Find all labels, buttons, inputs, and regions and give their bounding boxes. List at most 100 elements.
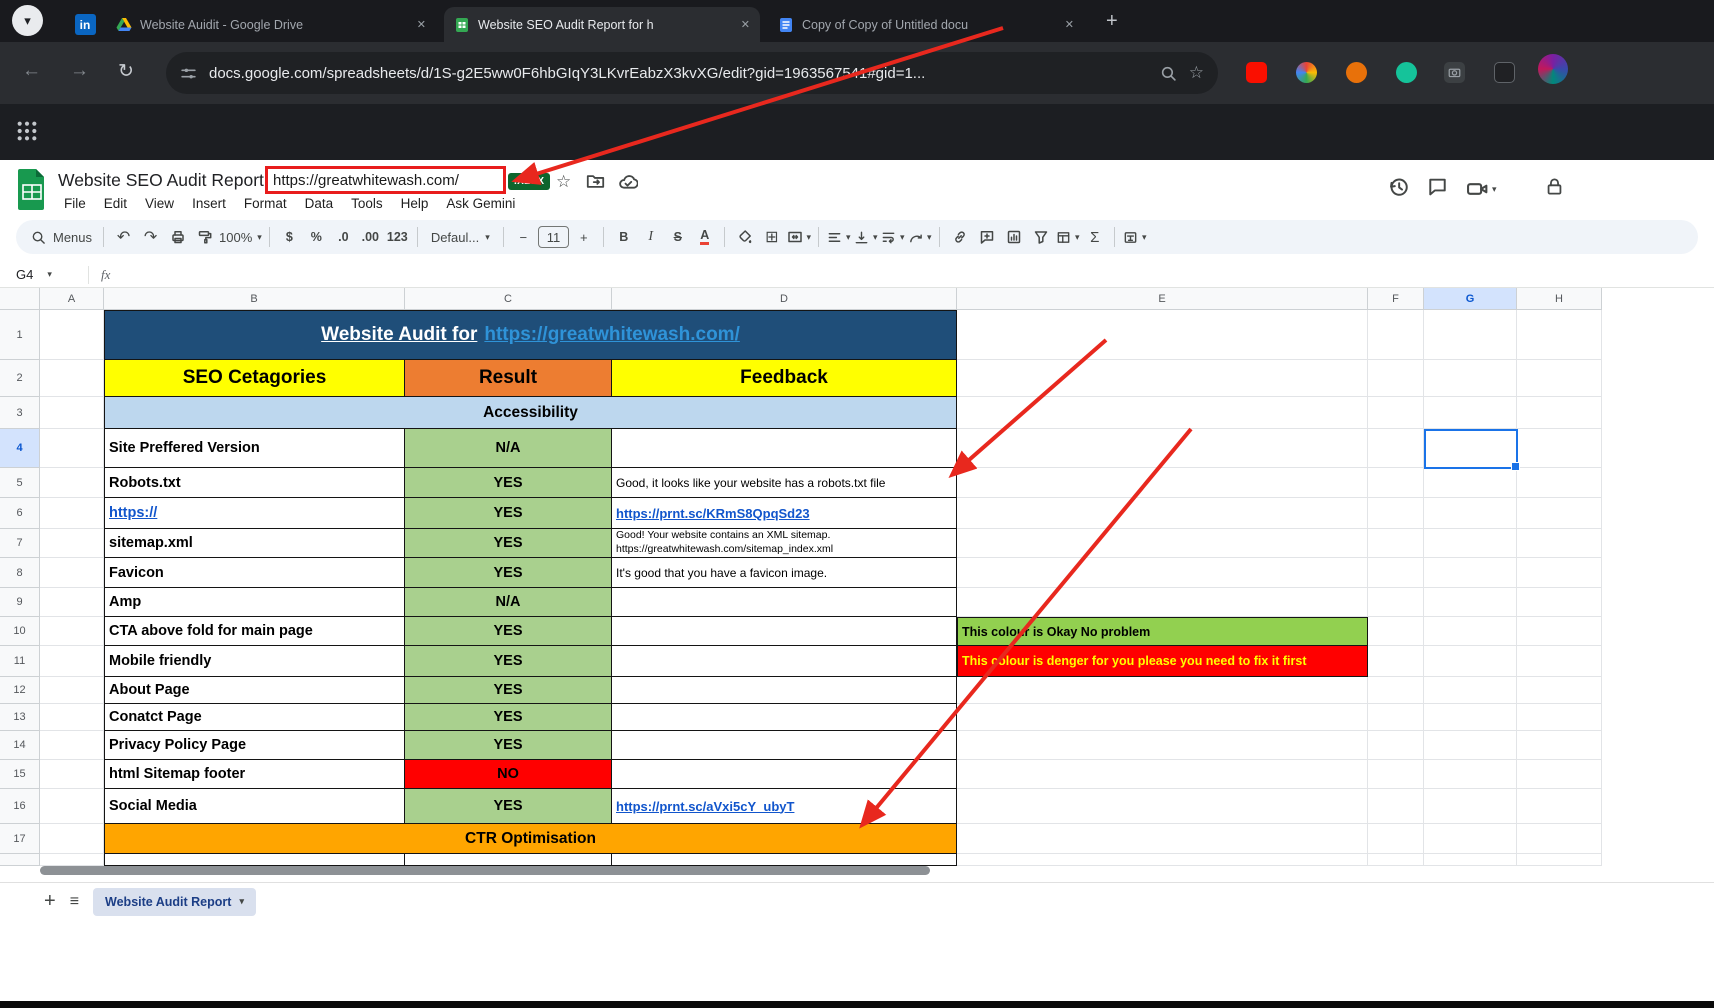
cell-F15[interactable] xyxy=(1368,760,1424,789)
cell-A18[interactable] xyxy=(40,854,104,866)
menu-data[interactable]: Data xyxy=(297,193,342,214)
extension-adobe-icon[interactable] xyxy=(1246,62,1267,83)
cell-G8[interactable] xyxy=(1424,558,1517,588)
cell-C10[interactable]: YES xyxy=(405,617,612,646)
cell-H17[interactable] xyxy=(1517,824,1602,854)
menu-edit[interactable]: Edit xyxy=(96,193,135,214)
cell-A6[interactable] xyxy=(40,498,104,529)
cell-G7[interactable] xyxy=(1424,529,1517,558)
cell-D7[interactable]: Good! Your website contains an XML sitem… xyxy=(612,529,957,558)
cell-C15[interactable]: NO xyxy=(405,760,612,789)
comments-icon[interactable] xyxy=(1427,176,1448,202)
cell-H5[interactable] xyxy=(1517,468,1602,498)
extension-wheel-icon[interactable] xyxy=(1296,62,1317,83)
cell-D8[interactable]: It's good that you have a favicon image. xyxy=(612,558,957,588)
cell-D4[interactable] xyxy=(612,429,957,468)
cell-H8[interactable] xyxy=(1517,558,1602,588)
cell-D16[interactable]: https://prnt.sc/aVxi5cY_ubyT xyxy=(612,789,957,824)
menu-insert[interactable]: Insert xyxy=(184,193,234,214)
row-header-13[interactable]: 13 xyxy=(0,704,40,731)
insert-comment-icon[interactable] xyxy=(974,225,999,250)
cell-E15[interactable] xyxy=(957,760,1368,789)
cell-E17[interactable] xyxy=(957,824,1368,854)
column-header-A[interactable]: A xyxy=(40,288,104,310)
add-sheet-button[interactable]: + xyxy=(44,890,56,913)
cell-D12[interactable] xyxy=(612,677,957,704)
spreadsheet-grid[interactable]: ABCDEFGH1Website Audit forhttps://greatw… xyxy=(0,288,1714,866)
menu-ask-gemini[interactable]: Ask Gemini xyxy=(438,193,523,214)
version-history-icon[interactable] xyxy=(1388,176,1409,202)
row-header-8[interactable]: 8 xyxy=(0,558,40,588)
row-header-3[interactable]: 3 xyxy=(0,397,40,429)
horizontal-align-icon[interactable]: ▾ xyxy=(826,225,851,250)
font-select[interactable]: Defaul...▾ xyxy=(425,225,496,250)
extension-grammarly-icon[interactable] xyxy=(1396,62,1417,83)
cell-C6[interactable]: YES xyxy=(405,498,612,529)
cell-C5[interactable]: YES xyxy=(405,468,612,498)
row-header-12[interactable]: 12 xyxy=(0,677,40,704)
increase-font-size-button[interactable]: + xyxy=(571,225,596,250)
cell-G5[interactable] xyxy=(1424,468,1517,498)
cell-H14[interactable] xyxy=(1517,731,1602,760)
cell-E6[interactable] xyxy=(957,498,1368,529)
cell-result-header[interactable]: Result xyxy=(405,360,612,397)
cell-H6[interactable] xyxy=(1517,498,1602,529)
sheets-logo[interactable] xyxy=(16,168,48,210)
cell-D14[interactable] xyxy=(612,731,957,760)
table-views-icon[interactable]: ▾ xyxy=(1055,225,1080,250)
cell-H18[interactable] xyxy=(1517,854,1602,866)
cell-H10[interactable] xyxy=(1517,617,1602,646)
cell-feedback-header[interactable]: Feedback xyxy=(612,360,957,397)
column-header-D[interactable]: D xyxy=(612,288,957,310)
browser-tab-drive[interactable]: Website Auidit - Google Drive ✕ xyxy=(106,7,436,42)
cell-C13[interactable]: YES xyxy=(405,704,612,731)
column-header-C[interactable]: C xyxy=(405,288,612,310)
row-header-7[interactable]: 7 xyxy=(0,529,40,558)
cloud-status-icon[interactable] xyxy=(618,172,638,197)
bold-button[interactable]: B xyxy=(611,225,636,250)
cell-E18[interactable] xyxy=(957,854,1368,866)
redo-icon[interactable]: ↷ xyxy=(138,225,163,250)
row-header-15[interactable]: 15 xyxy=(0,760,40,789)
bookmark-star-icon[interactable]: ☆ xyxy=(1189,63,1204,83)
cell-G16[interactable] xyxy=(1424,789,1517,824)
cell-B14[interactable]: Privacy Policy Page xyxy=(104,731,405,760)
cell-E4[interactable] xyxy=(957,429,1368,468)
cell-B10[interactable]: CTA above fold for main page xyxy=(104,617,405,646)
name-box[interactable]: G4▾ xyxy=(0,267,88,282)
cell-B8[interactable]: Favicon xyxy=(104,558,405,588)
cell-A7[interactable] xyxy=(40,529,104,558)
cell-H15[interactable] xyxy=(1517,760,1602,789)
row-header-17[interactable]: 17 xyxy=(0,824,40,854)
all-sheets-icon[interactable]: ≡ xyxy=(70,893,79,911)
search-icon[interactable] xyxy=(26,225,51,250)
menu-view[interactable]: View xyxy=(137,193,182,214)
cell-E13[interactable] xyxy=(957,704,1368,731)
undo-icon[interactable]: ↶ xyxy=(111,225,136,250)
cell-A13[interactable] xyxy=(40,704,104,731)
cell-F3[interactable] xyxy=(1368,397,1424,429)
new-tab-button[interactable]: + xyxy=(1106,10,1118,33)
fill-color-icon[interactable] xyxy=(732,225,757,250)
menu-format[interactable]: Format xyxy=(236,193,295,214)
cell-F2[interactable] xyxy=(1368,360,1424,397)
cell-C7[interactable]: YES xyxy=(405,529,612,558)
filter-icon[interactable] xyxy=(1028,225,1053,250)
tab-close-icon[interactable]: ✕ xyxy=(417,18,426,31)
cell-F1[interactable] xyxy=(1368,310,1424,360)
cell-H4[interactable] xyxy=(1517,429,1602,468)
cell-C9[interactable]: N/A xyxy=(405,588,612,617)
reload-button[interactable]: ↻ xyxy=(118,60,134,83)
percent-format-button[interactable]: % xyxy=(304,225,329,250)
column-header-F[interactable]: F xyxy=(1368,288,1424,310)
url-text[interactable]: docs.google.com/spreadsheets/d/1S-g2E5ww… xyxy=(209,65,1148,82)
menu-tools[interactable]: Tools xyxy=(343,193,391,214)
number-format-button[interactable]: 123 xyxy=(385,225,410,250)
row-header-14[interactable]: 14 xyxy=(0,731,40,760)
apps-grid-icon[interactable] xyxy=(16,120,38,142)
tab-close-icon[interactable]: ✕ xyxy=(1065,18,1074,31)
row-header-4[interactable]: 4 xyxy=(0,429,40,468)
cell-B6[interactable]: https:// xyxy=(104,498,405,529)
strikethrough-button[interactable]: S xyxy=(665,225,690,250)
column-header-B[interactable]: B xyxy=(104,288,405,310)
